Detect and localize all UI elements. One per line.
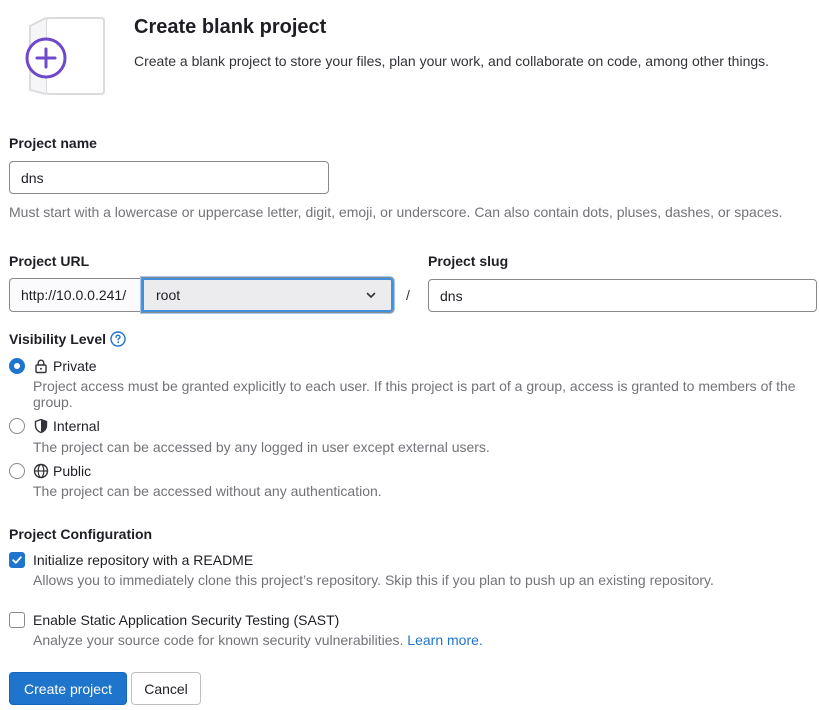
project-url-label: Project URL	[9, 253, 90, 269]
visibility-private-help: Project access must be granted explicitl…	[33, 378, 796, 410]
project-url-prefix-text: http://10.0.0.241/	[21, 287, 127, 303]
project-name-label: Project name	[9, 135, 97, 151]
sast-checkbox[interactable]	[9, 612, 25, 628]
project-name-help: Must start with a lowercase or uppercase…	[9, 204, 783, 220]
visibility-public-option[interactable]: Public	[33, 463, 91, 479]
learn-more-link[interactable]: Learn more.	[407, 632, 482, 648]
help-question-icon[interactable]	[110, 331, 126, 347]
shield-icon	[34, 418, 48, 434]
sast-help-row: Analyze your source code for known secur…	[33, 632, 813, 648]
page-title: Create blank project	[134, 16, 327, 38]
visibility-internal-help: The project can be accessed by any logge…	[33, 439, 490, 455]
visibility-label: Visibility Level	[9, 331, 107, 347]
readme-checkbox[interactable]	[9, 552, 25, 568]
chevron-down-icon	[366, 292, 376, 298]
project-url-prefix: http://10.0.0.241/	[9, 278, 142, 312]
namespace-select[interactable]: root	[141, 277, 394, 313]
page-description: Create a blank project to store your fil…	[134, 53, 770, 69]
readme-label[interactable]: Initialize repository with a README	[33, 552, 253, 568]
url-separator: /	[406, 287, 410, 303]
sast-help: Analyze your source code for known secur…	[33, 632, 404, 648]
configuration-label: Project Configuration	[9, 526, 153, 542]
project-slug-value: dns	[440, 287, 463, 304]
globe-icon	[33, 463, 49, 479]
readme-help: Allows you to immediately clone this pro…	[33, 572, 714, 588]
visibility-internal-option[interactable]: Internal	[33, 418, 100, 434]
visibility-public-help: The project can be accessed without any …	[33, 483, 382, 499]
visibility-private-radio[interactable]	[9, 358, 25, 374]
visibility-public-radio[interactable]	[9, 463, 25, 479]
visibility-internal-label: Internal	[53, 418, 100, 434]
namespace-value: root	[156, 287, 181, 303]
visibility-private-label: Private	[53, 358, 97, 374]
blank-project-illustration	[25, 17, 105, 95]
project-name-value: dns	[21, 169, 44, 186]
sast-label[interactable]: Enable Static Application Security Testi…	[33, 612, 339, 628]
visibility-internal-radio[interactable]	[9, 418, 25, 434]
visibility-public-label: Public	[53, 463, 92, 479]
project-name-input[interactable]: dns	[9, 161, 329, 194]
page-header: Create blank project Create a blank proj…	[0, 0, 819, 110]
checkmark-icon	[12, 556, 22, 564]
project-slug-label: Project slug	[428, 253, 509, 269]
visibility-private-option[interactable]: Private	[33, 358, 97, 374]
cancel-button[interactable]: Cancel	[131, 672, 201, 705]
project-slug-input[interactable]: dns	[428, 279, 817, 312]
lock-icon	[35, 359, 47, 374]
visibility-label-row: Visibility Level	[9, 331, 126, 347]
create-project-button[interactable]: Create project	[9, 672, 127, 705]
